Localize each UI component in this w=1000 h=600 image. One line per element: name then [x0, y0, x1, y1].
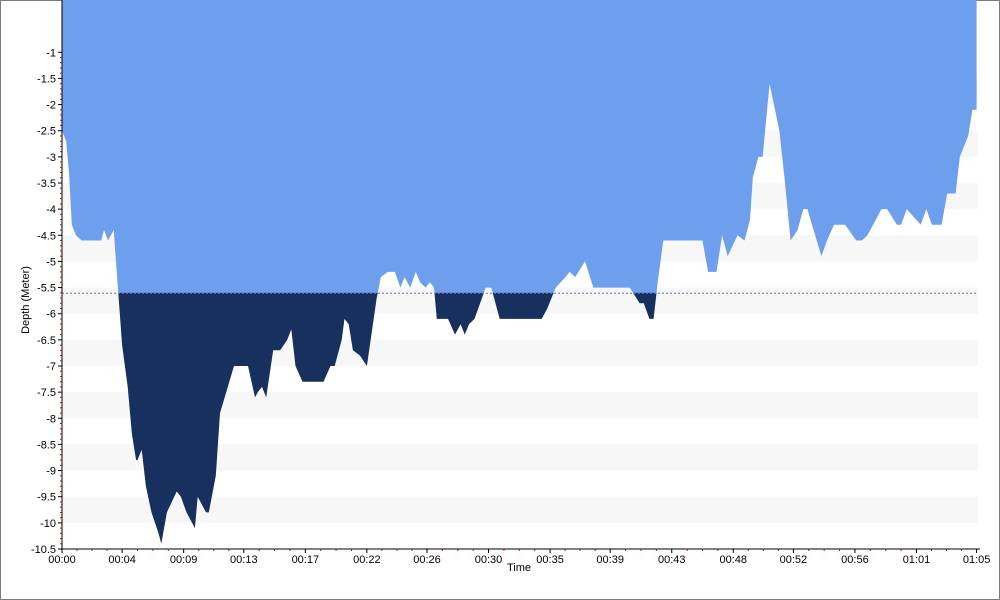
- y-tick-label: -3.5: [37, 178, 56, 190]
- y-tick-label: -9.5: [37, 492, 56, 504]
- x-tick-label: 00:26: [413, 554, 441, 566]
- y-tick-label: -5: [46, 256, 56, 268]
- y-tick-label: -5.5: [37, 283, 56, 295]
- y-tick-label: -4: [46, 204, 56, 216]
- y-tick-label: -1.5: [37, 73, 56, 85]
- x-tick-label: 00:30: [475, 554, 503, 566]
- y-tick-label: -6.5: [37, 335, 56, 347]
- y-tick-label: -2: [46, 100, 56, 112]
- y-tick-label: -4.5: [37, 230, 56, 242]
- y-tick-label: -9: [46, 466, 56, 478]
- x-tick-label: 01:01: [903, 554, 931, 566]
- y-tick-label: -3: [46, 152, 56, 164]
- y-tick-label: -8: [46, 413, 56, 425]
- x-tick-label: 00:48: [720, 554, 748, 566]
- y-tick-label: -6: [46, 309, 56, 321]
- x-tick-label: 00:56: [841, 554, 869, 566]
- y-axis: -1 -1.5 -2 -2.5 -3 -3.5 -4 -4.5 -5 -5.5 -6 -6.5 -7 -7…: [31, 0, 63, 556]
- y-axis-title: Depth (Meter): [20, 266, 32, 334]
- grid-band: [62, 496, 978, 523]
- x-axis-title: Time: [507, 562, 531, 574]
- y-tick-label: -1: [46, 47, 56, 59]
- x-tick-label: 00:09: [170, 554, 198, 566]
- x-tick-label: 00:04: [108, 554, 136, 566]
- x-tick-label: 01:05: [963, 554, 991, 566]
- dive-depth-chart: -1 -1.5 -2 -2.5 -3 -3.5 -4 -4.5 -5 -5.5 -6 -6.5 -7 -7…: [20, 0, 991, 574]
- y-tick-label: -2.5: [37, 126, 56, 138]
- x-tick-label: 00:43: [658, 554, 686, 566]
- x-tick-label: 00:39: [596, 554, 624, 566]
- x-tick-label: 00:17: [292, 554, 320, 566]
- x-tick-label: 00:52: [780, 554, 808, 566]
- y-tick-label: -7.5: [37, 387, 56, 399]
- x-tick-label: 00:13: [230, 554, 258, 566]
- x-tick-label: 00:22: [353, 554, 381, 566]
- x-tick-label: 00:00: [48, 554, 76, 566]
- y-tick-label: -8.5: [37, 439, 56, 451]
- y-tick-label: -7: [46, 361, 56, 373]
- y-tick-label: -10: [40, 518, 56, 530]
- x-tick-label: 00:35: [536, 554, 564, 566]
